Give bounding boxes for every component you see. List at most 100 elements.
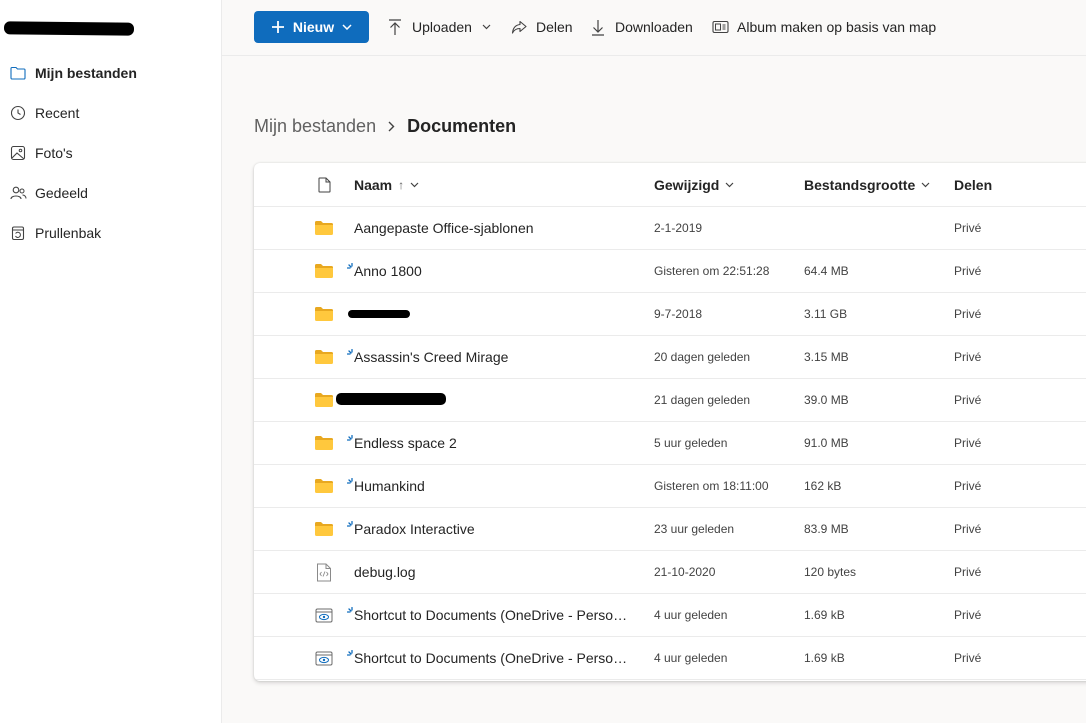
page-title: Documenten: [407, 116, 517, 136]
folder-icon: [312, 465, 336, 507]
chevron-down-icon: [410, 182, 419, 188]
table-row[interactable]: Endless space 2 5 uur geleden 91.0 MB Privé: [254, 422, 1086, 465]
modified-date: 5 uur geleden: [654, 436, 728, 450]
upload-button[interactable]: Uploaden: [386, 14, 491, 40]
sidebar-item-recycle-bin[interactable]: Prullenbak: [0, 213, 221, 253]
folder-icon: [312, 250, 336, 292]
file-name[interactable]: Shortcut to Documents (OneDrive - Person…: [354, 594, 634, 636]
sidebar-item-photos[interactable]: Foto's: [0, 133, 221, 173]
file-size: 162 kB: [804, 479, 842, 493]
sidebar-item-label: Foto's: [35, 145, 73, 161]
sidebar: Mijn bestanden Recent Foto's Gedeeld Pru…: [0, 0, 222, 723]
file-name[interactable]: Aangepaste Office-sjablonen: [354, 207, 634, 249]
file-name[interactable]: Humankind: [354, 465, 634, 507]
column-header-modified[interactable]: Gewijzigd: [654, 163, 794, 206]
file-name[interactable]: Endless space 2: [354, 422, 634, 464]
plus-icon: [271, 20, 285, 34]
table-row[interactable]: Paradox Interactive 23 uur geleden 83.9 MB…: [254, 508, 1086, 551]
folder-icon: [312, 508, 336, 550]
sidebar-item-recent[interactable]: Recent: [0, 93, 221, 133]
sharing-status: Privé: [954, 264, 982, 278]
table-row[interactable]: Shortcut to Documents (OneDrive - Person…: [254, 637, 1086, 680]
breadcrumb-root[interactable]: Mijn bestanden: [254, 116, 376, 137]
file-name[interactable]: Anno 1800: [354, 250, 634, 292]
file-size: 39.0 MB: [804, 393, 849, 407]
table-row[interactable]: 21 dagen geleden 39.0 MB Privé: [254, 379, 1086, 422]
main-content: Nieuw Uploaden Delen Downloaden Album ma…: [222, 0, 1086, 723]
upload-icon: [386, 18, 404, 36]
table-row[interactable]: Anno 1800 Gisteren om 22:51:28 64.4 MB Priv…: [254, 250, 1086, 293]
sidebar-item-label: Recent: [35, 105, 80, 121]
sidebar-item-shared[interactable]: Gedeeld: [0, 173, 221, 213]
album-icon: [711, 18, 729, 36]
modified-date: 21 dagen geleden: [654, 393, 751, 407]
album-label: Album maken op basis van map: [737, 19, 937, 35]
table-row[interactable]: 9-7-2018 3.11 GB Privé: [254, 293, 1086, 336]
file-type-header-icon[interactable]: [312, 163, 336, 206]
sharing-status: Privé: [954, 608, 982, 622]
column-header-name[interactable]: Naam ↑: [354, 163, 634, 206]
shortcut-icon: [312, 637, 336, 679]
folder-icon: [9, 64, 27, 82]
sharing-status: Privé: [954, 651, 982, 665]
new-button[interactable]: Nieuw: [254, 11, 369, 43]
shortcut-icon: [312, 594, 336, 636]
file-size: 1.69 kB: [804, 651, 845, 665]
trash-icon: [9, 224, 27, 242]
modified-date: 20 dagen geleden: [654, 350, 751, 364]
file-name[interactable]: Assassin's Creed Mirage: [354, 336, 634, 378]
sharing-status: Privé: [954, 350, 982, 364]
chevron-down-icon: [342, 24, 352, 30]
file-size: 3.11 GB: [804, 307, 848, 321]
clock-icon: [9, 104, 27, 122]
table-row[interactable]: debug.log 21-10-2020 120 bytes Privé: [254, 551, 1086, 594]
file-size: 1.69 kB: [804, 608, 845, 622]
modified-date: 21-10-2020: [654, 565, 716, 579]
download-icon: [589, 18, 607, 36]
create-album-button[interactable]: Album maken op basis van map: [711, 14, 936, 40]
folder-icon: [312, 379, 336, 421]
people-icon: [9, 184, 27, 202]
file-name[interactable]: Paradox Interactive: [354, 508, 634, 550]
file-size: [804, 207, 944, 249]
modified-date: 2-1-2019: [654, 221, 703, 235]
photo-icon: [9, 144, 27, 162]
chevron-down-icon: [482, 24, 491, 30]
download-button[interactable]: Downloaden: [589, 14, 693, 40]
file-name[interactable]: debug.log: [354, 551, 634, 593]
file-size: 120 bytes: [804, 565, 857, 579]
share-button[interactable]: Delen: [510, 14, 573, 40]
modified-date: 23 uur geleden: [654, 522, 735, 536]
sharing-status: Privé: [954, 221, 982, 235]
file-size: 83.9 MB: [804, 522, 849, 536]
sharing-status: Privé: [954, 436, 982, 450]
table-row[interactable]: Shortcut to Documents (OneDrive - Person…: [254, 594, 1086, 637]
folder-icon: [312, 207, 336, 249]
chevron-right-icon: [388, 121, 395, 132]
modified-date: 4 uur geleden: [654, 651, 728, 665]
chevron-down-icon: [921, 182, 930, 188]
file-name[interactable]: Shortcut to Documents (OneDrive - Person…: [354, 637, 634, 679]
table-header: Naam ↑ Gewijzigd Bestandsgrootte Delen: [254, 163, 1086, 207]
sidebar-item-my-files[interactable]: Mijn bestanden: [0, 53, 221, 93]
table-row[interactable]: Humankind Gisteren om 18:11:00 162 kB Privé: [254, 465, 1086, 508]
modified-date: 9-7-2018: [654, 307, 703, 321]
sort-ascending-icon: ↑: [398, 177, 405, 192]
file-size: 3.15 MB: [804, 350, 849, 364]
folder-icon: [312, 293, 336, 335]
chevron-down-icon: [725, 182, 734, 188]
sidebar-item-label: Prullenbak: [35, 225, 102, 241]
new-button-label: Nieuw: [292, 19, 335, 35]
log-file-icon: [312, 551, 336, 593]
command-bar: Nieuw Uploaden Delen Downloaden Album ma…: [222, 0, 1086, 56]
modified-date: Gisteren om 22:51:28: [654, 264, 770, 278]
download-label: Downloaden: [615, 19, 693, 35]
table-row[interactable]: Assassin's Creed Mirage 20 dagen geleden 3…: [254, 336, 1086, 379]
share-icon: [510, 18, 528, 36]
table-row[interactable]: Aangepaste Office-sjablonen 2-1-2019 Privé: [254, 207, 1086, 250]
column-header-size[interactable]: Bestandsgrootte: [804, 163, 944, 206]
sharing-status: Privé: [954, 479, 982, 493]
column-header-sharing[interactable]: Delen: [954, 163, 1054, 206]
sharing-status: Privé: [954, 565, 982, 579]
modified-date: Gisteren om 18:11:00: [654, 479, 769, 493]
